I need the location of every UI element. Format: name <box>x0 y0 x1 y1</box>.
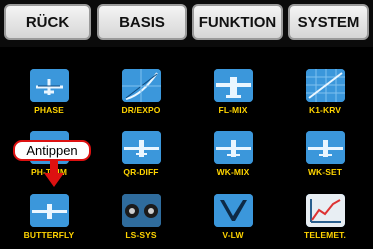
menu-item-butterfly[interactable]: BUTTERFLY <box>4 190 94 244</box>
telemetry-icon <box>306 194 345 227</box>
app-screen: RÜCK BASIS FUNKTION SYSTEM PHASE DR/EXPO… <box>0 0 373 249</box>
tab-system[interactable]: SYSTEM <box>288 4 369 40</box>
menu-label: K1-KRV <box>308 105 342 115</box>
menu-item-wk-mix[interactable]: WK-MIX <box>188 127 278 181</box>
menu-label: DR/EXPO <box>121 105 161 115</box>
dr-expo-icon <box>122 69 161 102</box>
menu-item-telemet[interactable]: TELEMET. <box>280 190 370 244</box>
flap-mix-icon <box>214 131 253 164</box>
menu-label: V-LW <box>222 230 244 240</box>
aileron-diff-icon <box>122 131 161 164</box>
menu-item-dr-expo[interactable]: DR/EXPO <box>96 65 186 119</box>
menu-label: QR-DIFF <box>123 167 159 177</box>
menu-item-k1-krv[interactable]: K1-KRV <box>280 65 370 119</box>
tab-rueck[interactable]: RÜCK <box>4 4 91 40</box>
menu-label: FL-MIX <box>218 105 248 115</box>
arrow-down-icon <box>44 161 64 187</box>
menu-label: BUTTERFLY <box>23 230 75 240</box>
butterfly-icon <box>30 194 69 227</box>
menu-label: PHASE <box>34 105 64 115</box>
tab-basis[interactable]: BASIS <box>97 4 187 40</box>
menu-item-phase[interactable]: PHASE <box>4 65 94 119</box>
menu-label: WK-MIX <box>216 167 250 177</box>
k1-curve-icon <box>306 69 345 102</box>
menu-item-qr-diff[interactable]: QR-DIFF <box>96 127 186 181</box>
menu-item-v-lw[interactable]: V-LW <box>188 190 278 244</box>
flap-set-icon <box>306 131 345 164</box>
menu-label: TELEMET. <box>304 230 346 240</box>
tab-bar: RÜCK BASIS FUNKTION SYSTEM <box>0 0 373 47</box>
menu-item-ls-sys[interactable]: LS-SYS <box>96 190 186 244</box>
tap-hint-callout: Antippen <box>13 140 91 161</box>
ls-sys-icon <box>122 194 161 227</box>
menu-item-fl-mix[interactable]: FL-MIX <box>188 65 278 119</box>
menu-label: LS-SYS <box>125 230 157 240</box>
tab-funktion[interactable]: FUNKTION <box>192 4 283 40</box>
fl-mix-icon <box>214 69 253 102</box>
menu-label: WK-SET <box>307 167 343 177</box>
menu-item-wk-set[interactable]: WK-SET <box>280 127 370 181</box>
phase-icon <box>30 69 69 102</box>
v-tail-icon <box>214 194 253 227</box>
